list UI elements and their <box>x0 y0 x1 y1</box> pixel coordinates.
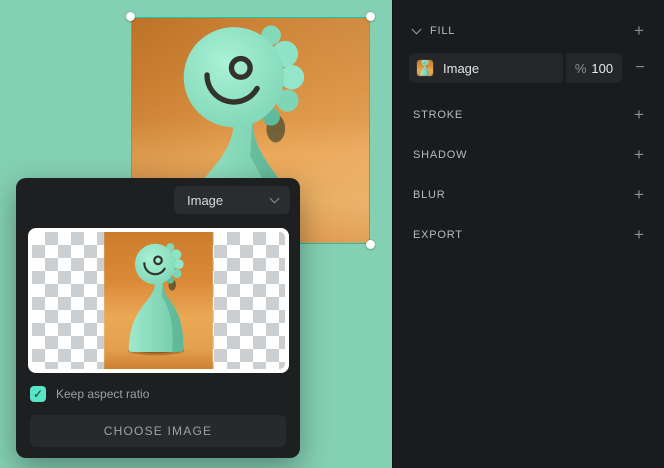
fill-section-header[interactable]: FILL + <box>393 22 664 40</box>
percent-symbol: % <box>575 61 587 76</box>
selection-handle-top-left[interactable] <box>126 12 135 21</box>
fill-item-row: Image % 100 − <box>409 53 649 83</box>
fill-opacity-value: 100 <box>591 61 613 76</box>
blur-section-header[interactable]: BLUR + <box>393 186 664 204</box>
transparency-checkerboard <box>32 232 285 369</box>
add-blur-button[interactable]: + <box>630 186 648 204</box>
add-shadow-button[interactable]: + <box>630 146 648 164</box>
fill-opacity-field[interactable]: % 100 <box>566 53 622 83</box>
character-image-full[interactable] <box>104 232 213 369</box>
export-section-header[interactable]: EXPORT + <box>393 226 664 244</box>
image-preview-frame <box>28 228 289 373</box>
choose-image-button[interactable]: CHOOSE IMAGE <box>30 415 286 447</box>
export-section-label: EXPORT <box>413 229 463 241</box>
blur-section-label: BLUR <box>413 189 446 201</box>
selection-handle-bottom-right[interactable] <box>366 240 375 249</box>
fill-item-selector[interactable]: Image <box>409 53 563 83</box>
selection-handle-top-right[interactable] <box>366 12 375 21</box>
add-export-button[interactable]: + <box>630 226 648 244</box>
add-fill-button[interactable]: + <box>630 22 648 40</box>
keep-aspect-ratio-label: Keep aspect ratio <box>56 387 149 401</box>
add-stroke-button[interactable]: + <box>630 106 648 124</box>
chevron-down-icon <box>412 24 422 34</box>
keep-aspect-ratio-checkbox[interactable]: ✓ <box>30 386 46 402</box>
fill-type-dropdown-value: Image <box>187 193 223 208</box>
properties-panel: FILL + Image % 100 − STROKE + SHADOW + B… <box>392 0 664 468</box>
fill-type-dropdown[interactable]: Image <box>174 186 290 214</box>
shadow-section-header[interactable]: SHADOW + <box>393 146 664 164</box>
remove-fill-button[interactable]: − <box>631 59 649 77</box>
keep-aspect-ratio-row: ✓ Keep aspect ratio <box>30 386 149 402</box>
stroke-section-header[interactable]: STROKE + <box>393 106 664 124</box>
stroke-section-label: STROKE <box>413 109 463 121</box>
image-fill-popup: Image ✓ Keep aspect ratio CHOOSE IMAGE <box>16 178 300 458</box>
chevron-down-icon <box>270 194 280 204</box>
fill-section-label: FILL <box>430 25 455 37</box>
shadow-section-label: SHADOW <box>413 149 467 161</box>
fill-image-thumbnail <box>417 60 433 76</box>
fill-item-name: Image <box>443 61 479 76</box>
